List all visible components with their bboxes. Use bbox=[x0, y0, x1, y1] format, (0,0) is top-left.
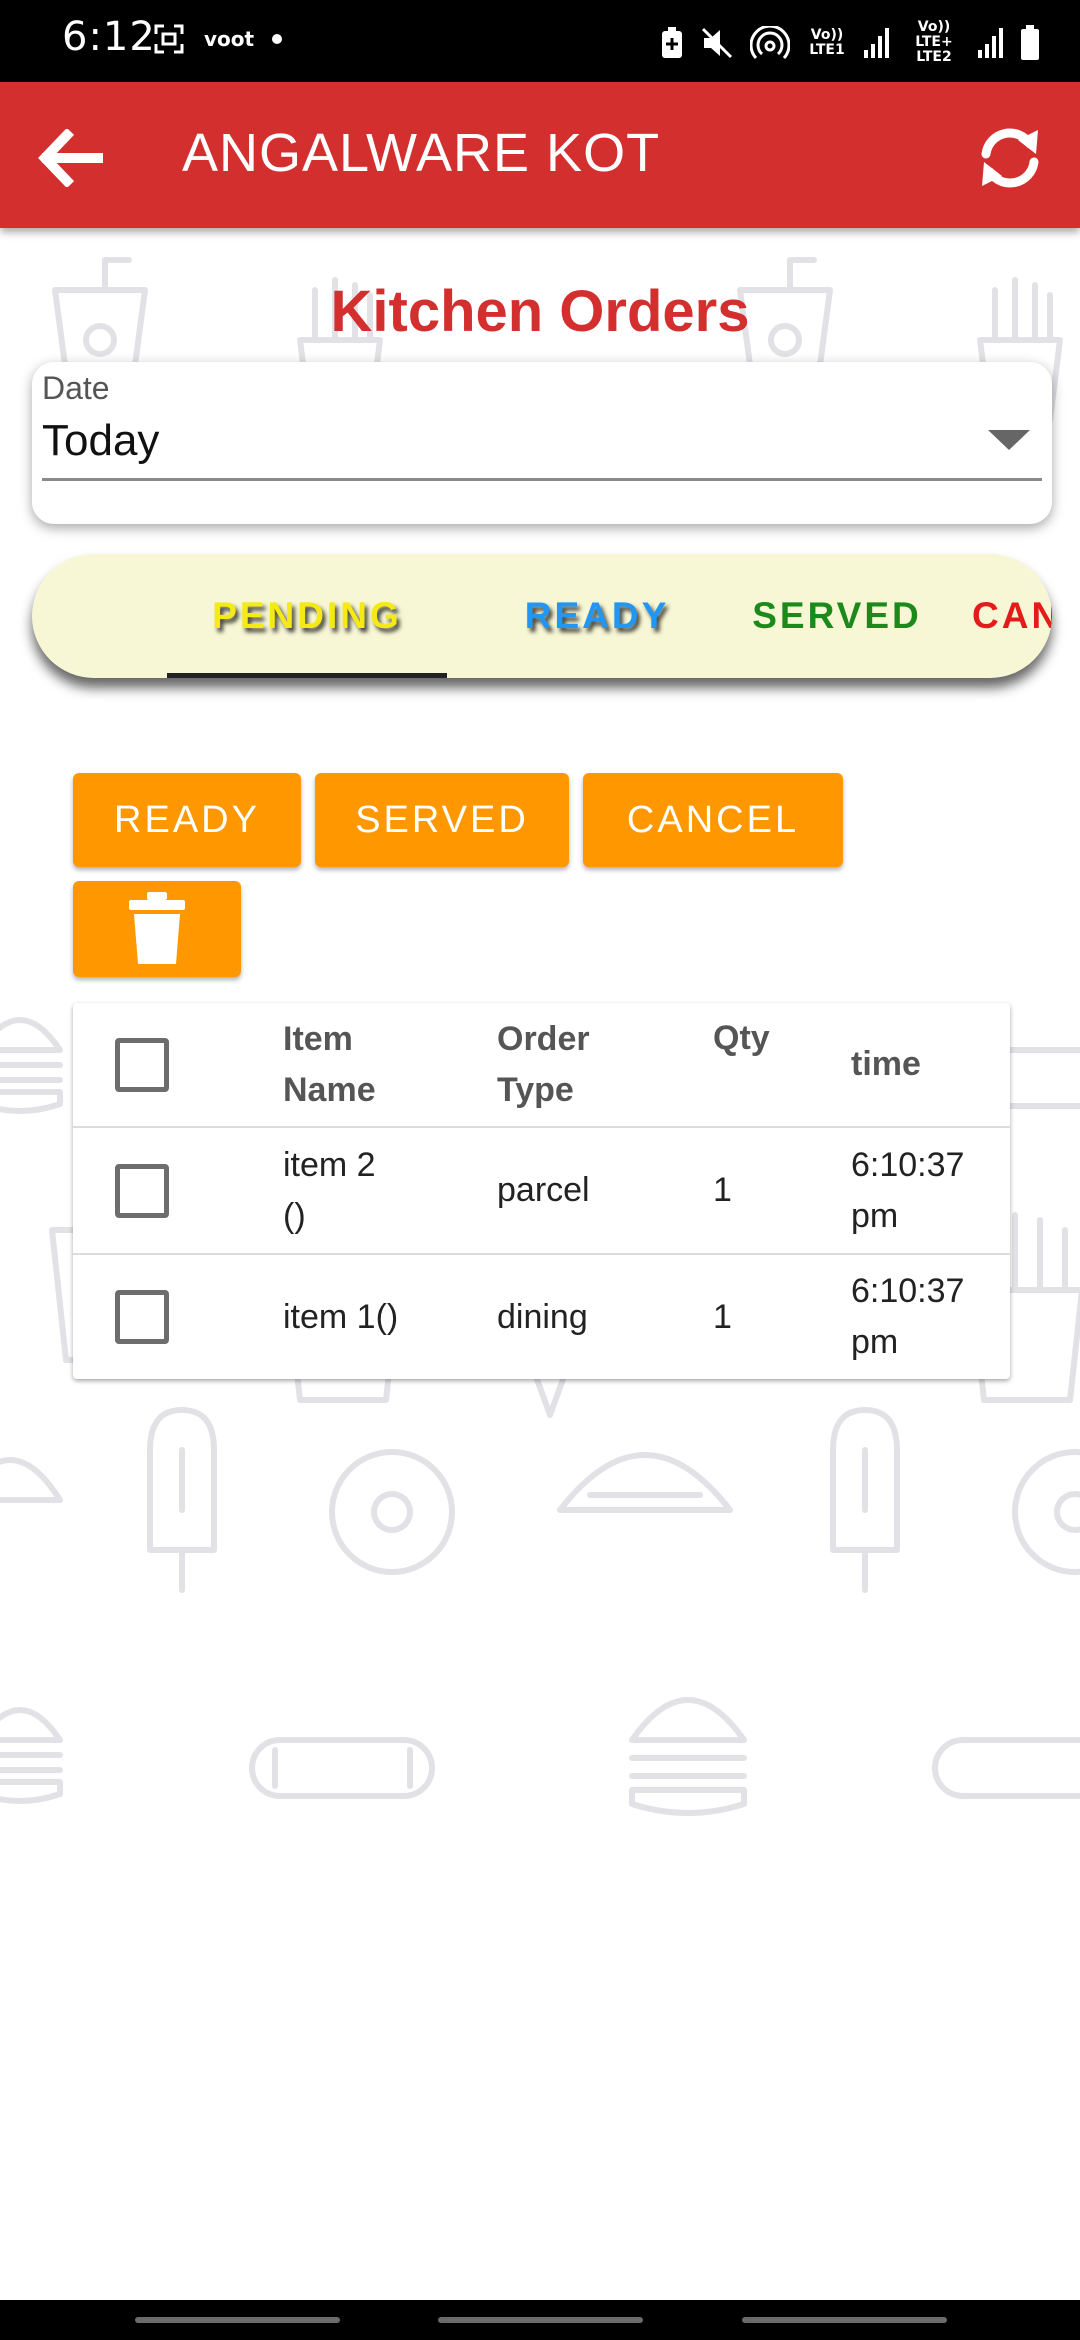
tab-active-indicator bbox=[167, 673, 447, 678]
battery-icon bbox=[1021, 24, 1039, 60]
status-bar: 6:12 voot Vo)) LTE1 Vo)) LTE+ LTE2 bbox=[0, 0, 1080, 82]
taco-icon bbox=[557, 1452, 733, 1513]
sim1-network-label: Vo)) LTE1 bbox=[809, 26, 845, 58]
hotdog-icon bbox=[249, 1737, 435, 1799]
donut-icon bbox=[1012, 1449, 1080, 1575]
column-header-time: time bbox=[851, 1045, 921, 1083]
back-button[interactable] bbox=[30, 118, 110, 198]
dropdown-arrow-icon[interactable] bbox=[988, 430, 1030, 450]
app-title: ANGALWARE KOT bbox=[182, 123, 661, 183]
table-header-row: Item Name Order Type Qty time bbox=[73, 1003, 1010, 1128]
nav-handle-left[interactable] bbox=[135, 2317, 340, 2323]
refresh-button[interactable] bbox=[968, 116, 1052, 200]
signal-icon bbox=[864, 27, 889, 58]
screenshot-icon bbox=[154, 24, 184, 54]
order-type-cell: dining bbox=[497, 1297, 588, 1336]
mark-served-button[interactable]: SERVED bbox=[315, 773, 569, 867]
popsicle-icon bbox=[147, 1407, 217, 1593]
tab-ready[interactable]: READY bbox=[492, 554, 702, 678]
delete-button[interactable] bbox=[73, 881, 241, 977]
orders-table: Item Name Order Type Qty time item 2() par… bbox=[73, 1003, 1010, 1379]
status-time: 6:12 bbox=[62, 14, 156, 60]
arrow-left-icon bbox=[38, 129, 103, 187]
status-tabs: PENDING READY SERVED CAN bbox=[32, 554, 1052, 678]
sim2-network-label: Vo)) LTE+ LTE2 bbox=[915, 19, 953, 65]
donut-icon bbox=[329, 1449, 455, 1575]
signal-icon bbox=[978, 27, 1003, 58]
cancel-order-button[interactable]: CANCEL bbox=[583, 773, 843, 867]
time-cell: 6:10:37 pm bbox=[851, 1272, 965, 1361]
date-value: Today bbox=[42, 416, 160, 465]
battery-saver-icon bbox=[662, 26, 682, 58]
navigation-bar bbox=[0, 2300, 1080, 2340]
item-name-cell: item 2() bbox=[283, 1145, 376, 1235]
date-label: Date bbox=[42, 370, 110, 406]
table-row: item 2() parcel 1 6:10:37 pm bbox=[73, 1128, 1010, 1255]
select-all-checkbox[interactable] bbox=[115, 1037, 169, 1092]
tab-cancel[interactable]: CAN bbox=[972, 554, 1052, 678]
tab-served[interactable]: SERVED bbox=[722, 554, 952, 678]
qty-cell: 1 bbox=[713, 1171, 732, 1209]
burger-icon bbox=[629, 1697, 747, 1816]
time-cell: 6:10:37 pm bbox=[851, 1145, 965, 1235]
date-underline bbox=[42, 478, 1042, 481]
column-header-item-name: Item Name bbox=[283, 1019, 376, 1109]
item-name-cell: item 1() bbox=[283, 1297, 399, 1336]
app-bar: ANGALWARE KOT bbox=[0, 82, 1080, 228]
notification-dot-icon bbox=[272, 34, 283, 44]
mute-icon bbox=[701, 27, 733, 58]
burger-icon bbox=[0, 1707, 63, 1804]
tab-pending[interactable]: PENDING bbox=[167, 554, 447, 678]
popsicle-icon bbox=[830, 1407, 900, 1593]
table-row: item 1() dining 1 6:10:37 pm bbox=[73, 1255, 1010, 1379]
row-checkbox[interactable] bbox=[115, 1290, 169, 1344]
date-dropdown[interactable]: Date Today bbox=[32, 362, 1052, 524]
refresh-icon bbox=[981, 128, 1039, 188]
mark-ready-button[interactable]: READY bbox=[73, 773, 301, 867]
carrier-logo: voot bbox=[204, 27, 255, 51]
burger-icon bbox=[0, 1017, 63, 1114]
column-header-qty: Qty bbox=[713, 1019, 770, 1057]
page-title: Kitchen Orders bbox=[330, 279, 750, 344]
taco-icon bbox=[0, 1457, 63, 1503]
nav-handle-right[interactable] bbox=[742, 2317, 947, 2323]
hotdog-icon bbox=[932, 1737, 1080, 1799]
qty-cell: 1 bbox=[713, 1297, 732, 1336]
column-header-order-type: Order Type bbox=[497, 1019, 590, 1109]
nav-handle-center[interactable] bbox=[438, 2317, 643, 2323]
order-type-cell: parcel bbox=[497, 1171, 590, 1209]
row-checkbox[interactable] bbox=[115, 1163, 169, 1218]
hotspot-icon bbox=[750, 25, 790, 59]
trash-icon bbox=[129, 892, 185, 964]
